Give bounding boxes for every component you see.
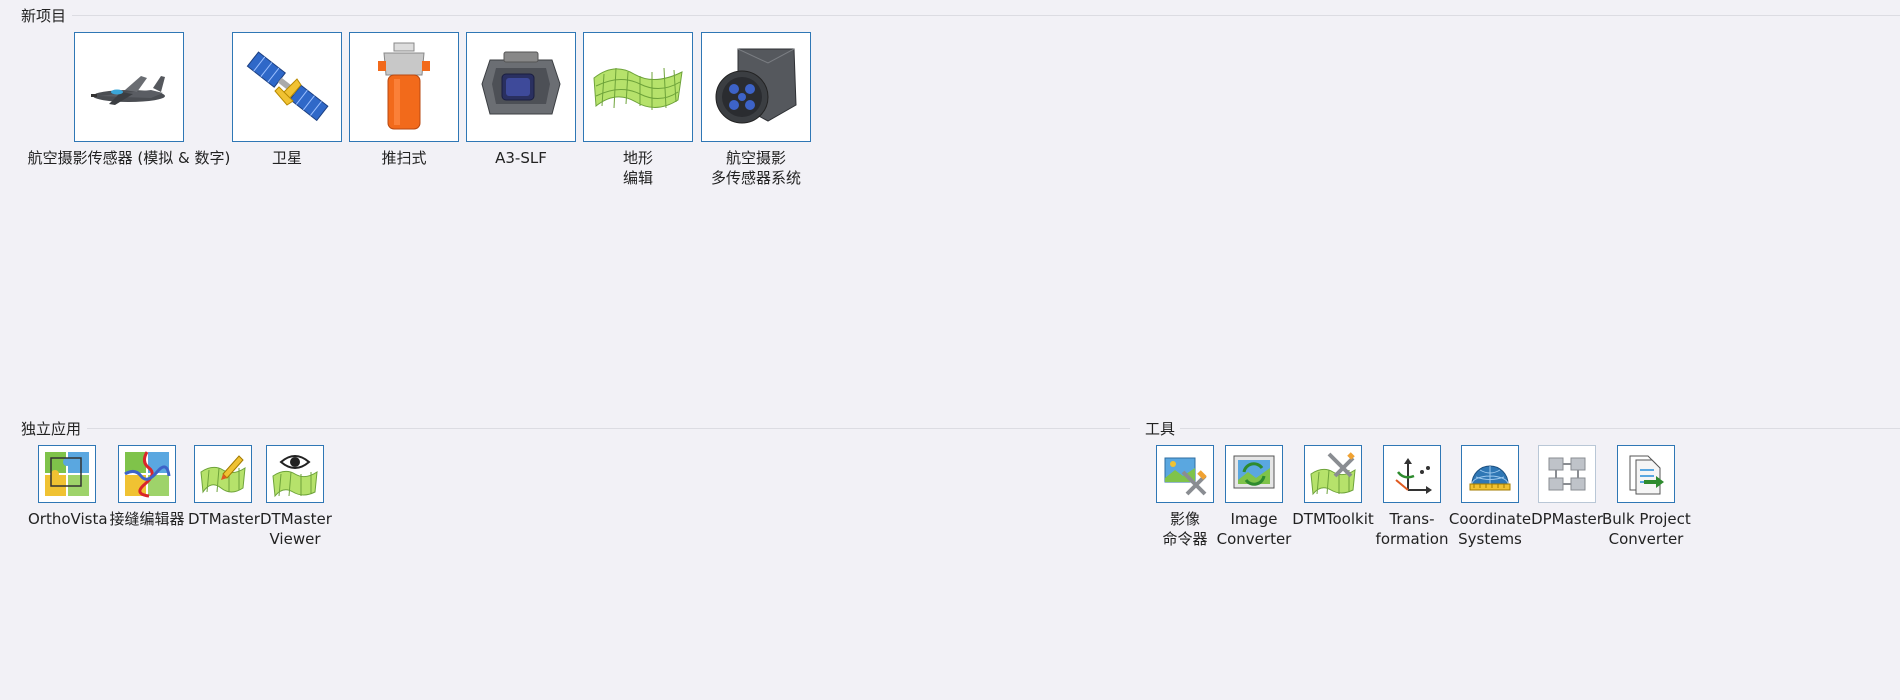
airplane-icon [91,76,165,105]
terrain-edit-tile-frame [583,32,693,142]
bulk-project-converter-tile-frame [1617,445,1675,503]
terrain-grid-icon [593,67,683,110]
seam-editor-label: 接缝编辑器 [109,510,185,528]
dpmaster-network-icon [1548,457,1586,491]
multi-sensor-tile-frame [701,32,811,142]
dtmaster-viewer-tile-frame [266,445,324,503]
new-project-satellite[interactable]: 卫星 [232,32,342,168]
dtmaster-viewer-label: DTMaster Viewer [260,510,332,548]
dtmtoolkit-label: DTMToolkit [1292,510,1374,528]
new-project-multi-sensor[interactable]: 航空摄影 多传感器系统 [691,32,821,188]
transformation-label: Trans- formation [1375,510,1449,548]
image-commander-icon [1164,457,1207,496]
dtmaster-label: DTMaster [188,510,260,528]
multi-sensor-camera-icon [715,48,797,124]
dtmaster-viewer-eye-icon [272,455,318,498]
multi-sensor-label: 航空摄影 多传感器系统 [710,149,801,187]
a3-camera-icon [481,51,561,115]
seam-editor-icon [124,451,171,498]
satellite-icon [246,51,329,122]
aerial-sensor-label: 航空摄影传感器 (模拟 & 数字) [27,149,231,167]
dtmaster-pencil-terrain-icon [200,455,246,494]
pushbroom-sensor-icon [378,42,430,130]
bulk-project-converter-icon [1629,455,1664,495]
pushbroom-label: 推扫式 [381,149,427,167]
pushbroom-tile-frame [349,32,459,142]
dtmaster-tile-frame [194,445,252,503]
standalone-orthovista[interactable]: OrthoVista [28,445,108,529]
aerial-sensor-tile-frame [74,32,184,142]
satellite-label: 卫星 [271,149,302,167]
dtmtoolkit-tile-frame [1304,445,1362,503]
image-converter-label: Image Converter [1216,510,1292,548]
seam-editor-tile-frame [118,445,176,503]
section-title-new-project: 新项目 [21,7,67,25]
tool-coordinate-systems[interactable]: Coordinate Systems [1448,445,1532,549]
orthovista-tile-frame [38,445,96,503]
a3-slf-tile-frame [466,32,576,142]
tool-dpmaster[interactable]: DPMaster [1530,445,1604,529]
coordinate-systems-label: Coordinate Systems [1448,510,1532,548]
image-converter-icon [1233,455,1275,489]
tool-transformation[interactable]: Trans- formation [1373,445,1451,549]
orthovista-label: OrthoVista [28,510,108,528]
image-converter-tile-frame [1225,445,1283,503]
orthovista-puzzle-icon [45,452,89,496]
coordinate-systems-tile-frame [1461,445,1519,503]
dpmaster-tile-frame [1538,445,1596,503]
new-project-terrain-edit[interactable]: 地形 编辑 [583,32,693,188]
image-commander-tile-frame [1156,445,1214,503]
new-project-pushbroom[interactable]: 推扫式 [349,32,459,168]
section-title-standalone: 独立应用 [21,420,82,438]
tool-dtmtoolkit[interactable]: DTMToolkit [1290,445,1376,529]
section-divider-standalone [87,428,1130,429]
standalone-seam-editor[interactable]: 接缝编辑器 [105,445,189,529]
new-project-a3-slf[interactable]: A3-SLF [466,32,576,168]
transformation-axes-icon [1395,458,1432,494]
new-project-aerial-sensor[interactable]: 航空摄影传感器 (模拟 & 数字) [20,32,238,168]
dpmaster-label: DPMaster [1531,510,1603,528]
a3-slf-label: A3-SLF [495,149,547,167]
satellite-tile-frame [232,32,342,142]
section-divider-tools [1180,428,1900,429]
bulk-project-converter-label: Bulk Project Converter [1602,510,1691,548]
tool-bulk-project-converter[interactable]: Bulk Project Converter [1602,445,1691,549]
section-title-tools: 工具 [1145,420,1176,438]
standalone-dtmaster-viewer[interactable]: DTMaster Viewer [260,445,332,549]
image-commander-label: 影像 命令器 [1162,510,1208,548]
terrain-edit-label: 地形 编辑 [622,149,653,187]
tool-image-converter[interactable]: Image Converter [1214,445,1294,549]
dtmtoolkit-icon [1310,452,1356,496]
globe-icon [1469,465,1511,491]
tool-image-commander[interactable]: 影像 命令器 [1150,445,1220,549]
transformation-tile-frame [1383,445,1441,503]
standalone-dtmaster[interactable]: DTMaster [188,445,260,529]
section-divider-new-project [72,15,1900,16]
